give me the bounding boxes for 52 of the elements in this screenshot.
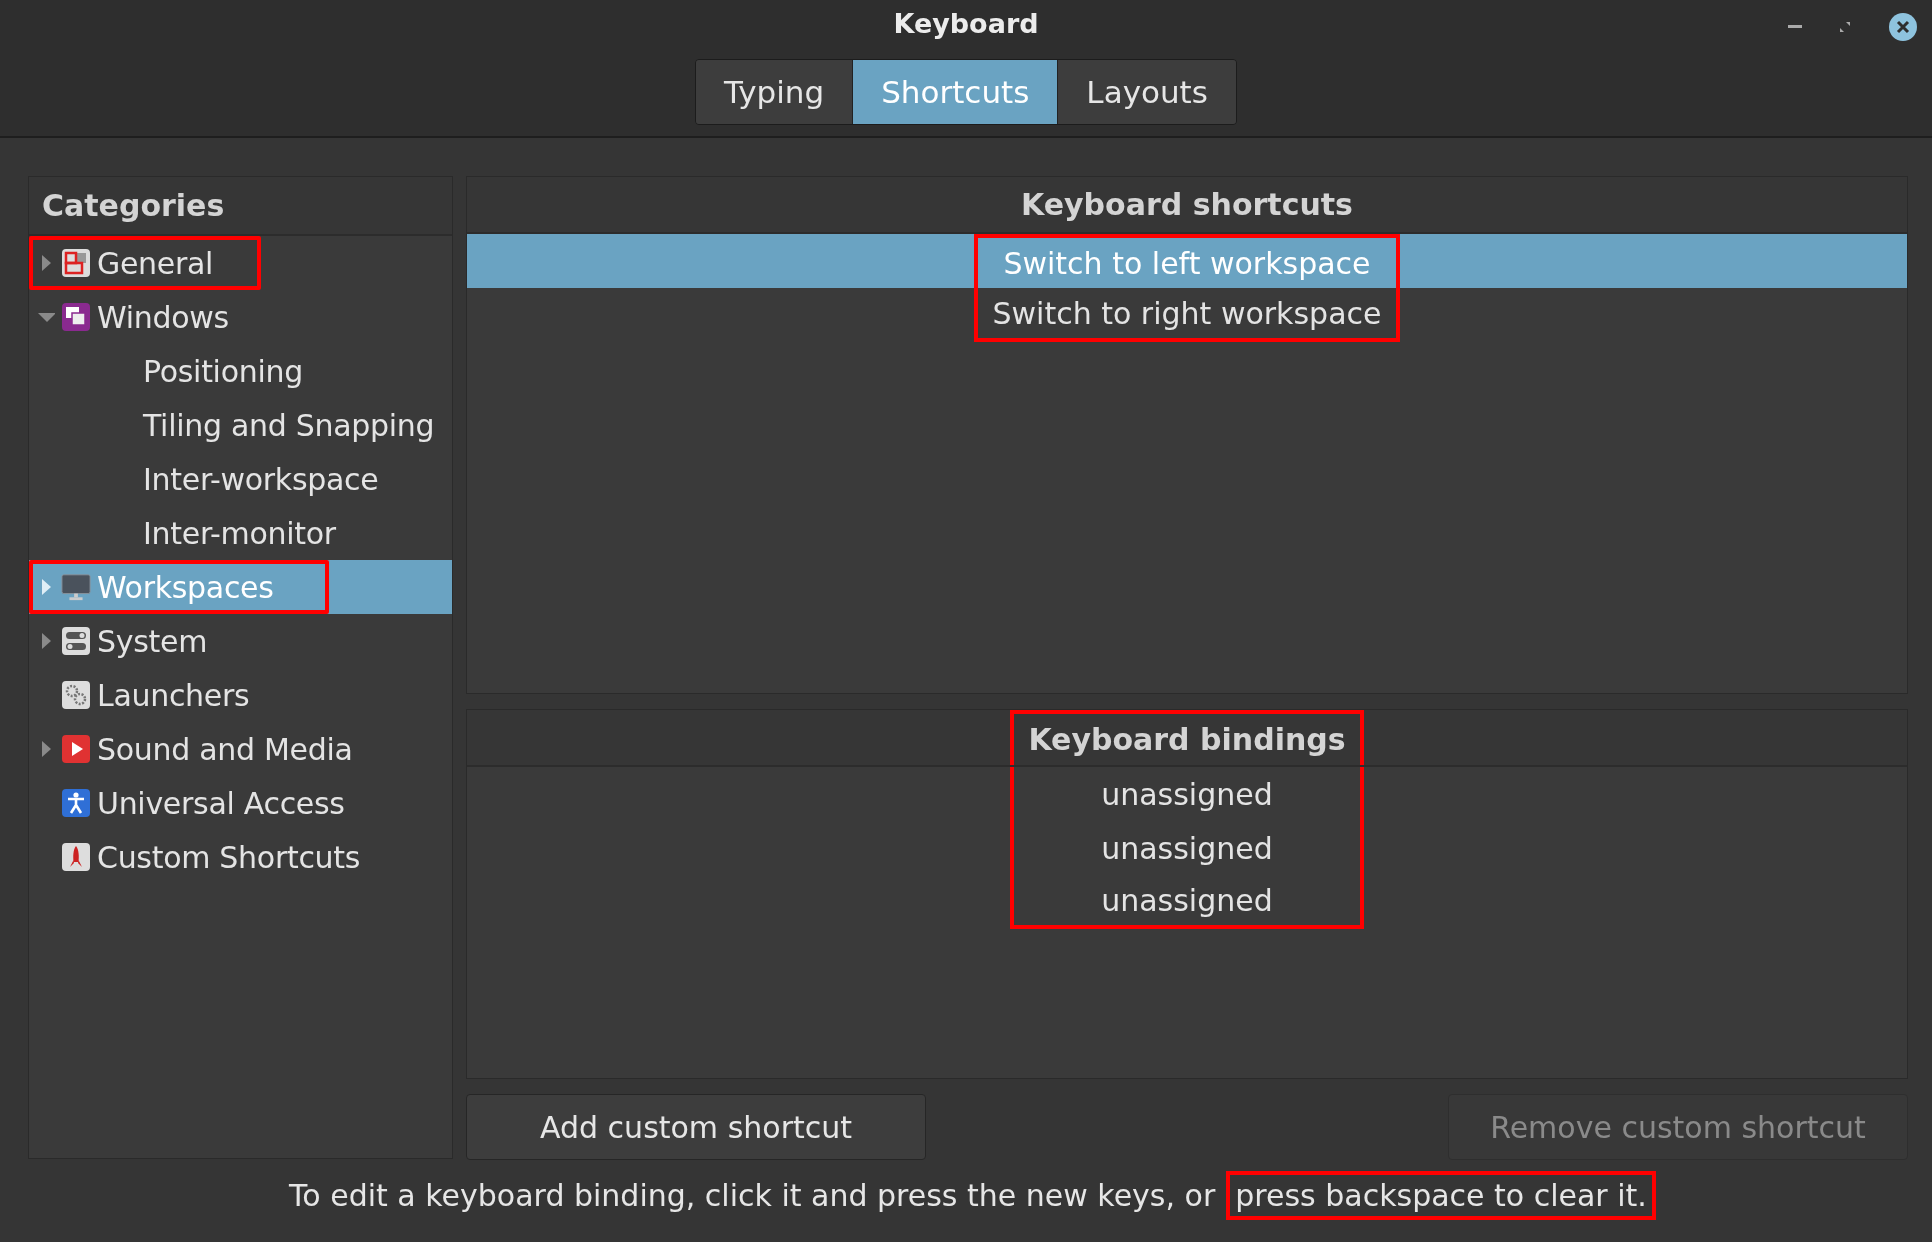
expander-arrow-icon[interactable]: [40, 253, 52, 273]
gears-icon: [61, 680, 91, 710]
window-icon: [61, 248, 91, 278]
minimize-icon[interactable]: [1788, 25, 1802, 29]
category-label: Inter-workspace: [143, 461, 379, 497]
window-title: Keyboard: [893, 8, 1039, 41]
category-label: System: [97, 623, 208, 659]
hint-text: press backspace to clear it.: [1229, 1174, 1653, 1217]
list-item[interactable]: unassigned: [467, 821, 1907, 875]
column-header: Keyboard shortcuts: [467, 177, 1907, 234]
category-label: Universal Access: [97, 785, 345, 821]
monitor-icon: [61, 572, 91, 602]
category-label: Windows: [97, 299, 229, 335]
tree-row[interactable]: Windows: [29, 290, 452, 344]
tree-row[interactable]: Custom Shortcuts: [29, 830, 452, 884]
expander-arrow-icon[interactable]: [40, 631, 52, 651]
tree-row[interactable]: Inter-workspace: [29, 452, 452, 506]
close-icon[interactable]: [1888, 12, 1918, 42]
category-label: General: [97, 245, 214, 281]
category-label: Custom Shortcuts: [97, 839, 361, 875]
list-item[interactable]: unassigned: [467, 875, 1907, 929]
tree-row[interactable]: Universal Access: [29, 776, 452, 830]
category-label: Sound and Media: [97, 731, 353, 767]
switches-icon: [61, 626, 91, 656]
list-item[interactable]: unassigned: [467, 767, 1907, 821]
category-label: Tiling and Snapping: [143, 407, 435, 443]
tree-row[interactable]: Tiling and Snapping: [29, 398, 452, 452]
windows-icon: [61, 302, 91, 332]
tab[interactable]: Typing: [696, 60, 854, 124]
tree-row[interactable]: Inter-monitor: [29, 506, 452, 560]
tree-row[interactable]: Sound and Media: [29, 722, 452, 776]
tree-row[interactable]: Positioning: [29, 344, 452, 398]
column-header: Keyboard bindings: [467, 710, 1907, 767]
category-label: Positioning: [143, 353, 303, 389]
column-header: Categories: [29, 177, 452, 236]
rocket-icon: [61, 842, 91, 872]
category-label: Workspaces: [97, 569, 274, 605]
tab[interactable]: Layouts: [1058, 60, 1236, 124]
add-shortcut-button[interactable]: Add custom shortcut: [466, 1094, 926, 1160]
category-label: Inter-monitor: [143, 515, 336, 551]
tree-row[interactable]: System: [29, 614, 452, 668]
maximize-icon[interactable]: [1838, 20, 1852, 34]
accessibility-icon: [61, 788, 91, 818]
hint-text: To edit a keyboard binding, click it and press the new keys, or: [288, 1177, 1217, 1215]
expander-arrow-icon[interactable]: [37, 311, 55, 323]
play-icon: [61, 734, 91, 764]
expander-arrow-icon[interactable]: [40, 577, 52, 597]
category-label: Launchers: [97, 677, 250, 713]
tree-row[interactable]: Launchers: [29, 668, 452, 722]
list-item[interactable]: Switch to right workspace: [467, 288, 1907, 342]
expander-arrow-icon[interactable]: [40, 739, 52, 759]
tree-row[interactable]: General: [29, 236, 452, 290]
